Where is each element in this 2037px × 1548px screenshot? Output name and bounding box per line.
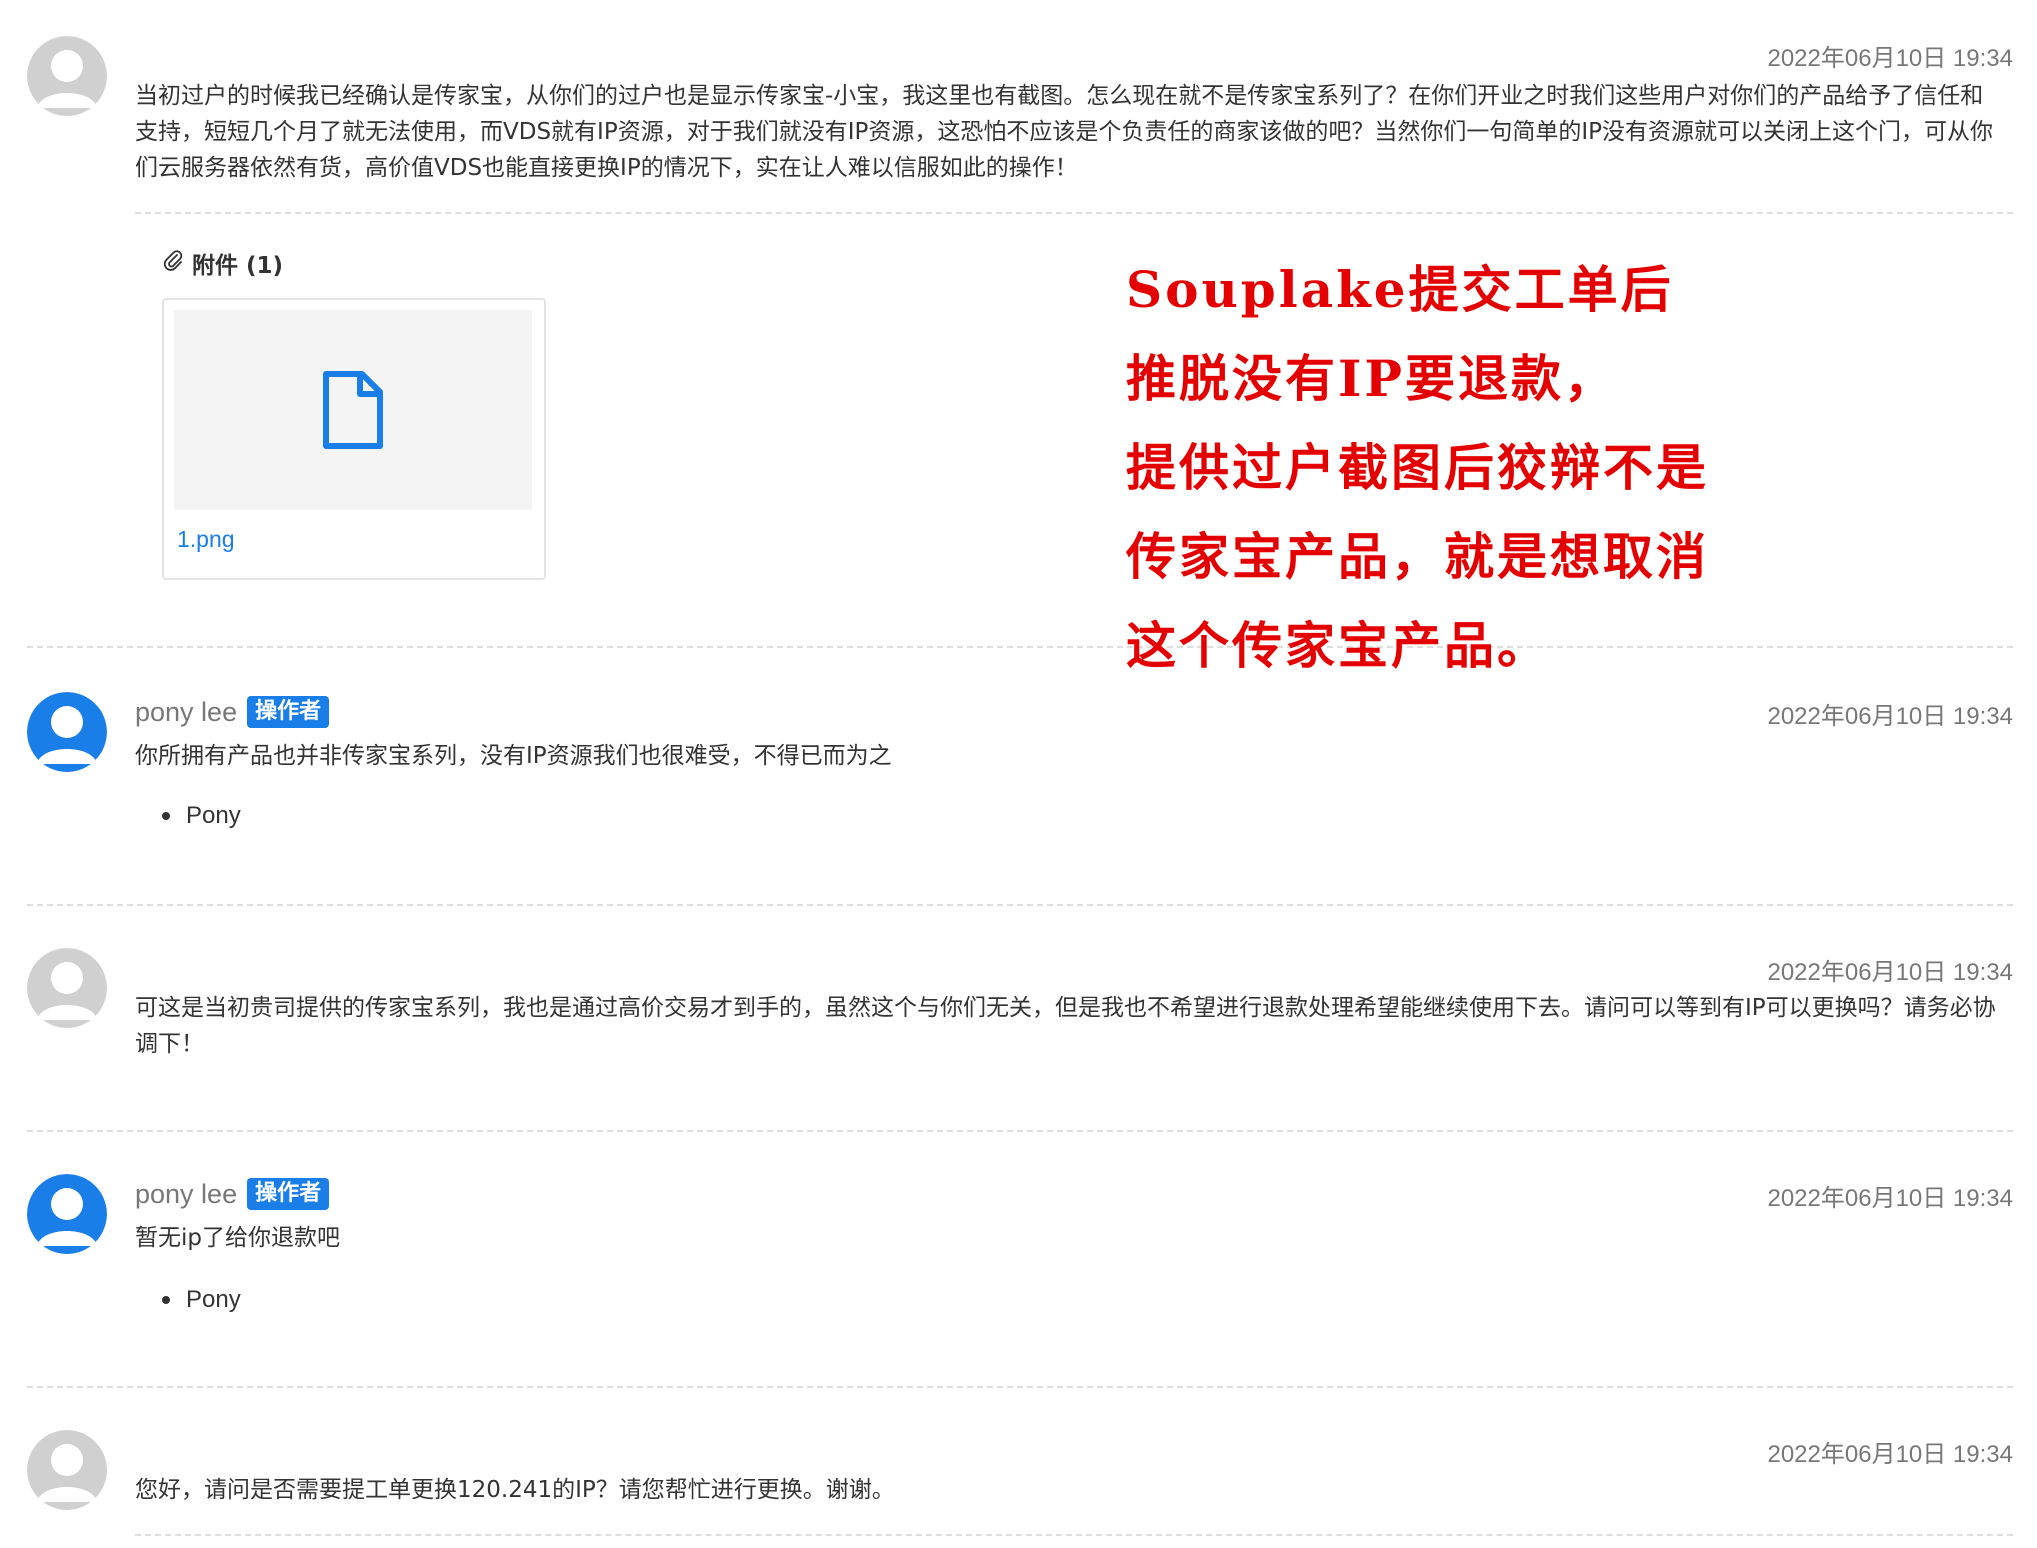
client-avatar [27,36,107,116]
author-line: pony lee 操作者 [135,1174,330,1214]
attachments-heading: 附件 (1) [162,246,283,280]
user-avatar-blue-icon [27,1174,107,1254]
reply-message: 可这是当初贵司提供的传家宝系列，我也是通过高价交易才到手的，虽然这个与你们无关，… [135,995,1996,1057]
signature-name: Pony [186,802,241,829]
ticket-thread: 2022年06月10日 19:34 当初过户的时候我已经确认是传家宝，从你们的过… [0,0,2037,1548]
bullet [162,1296,170,1304]
staff-badge: 操作者 [247,696,330,728]
reply-message: 当初过户的时候我已经确认是传家宝，从你们的过户也是显示传家宝-小宝，我这里也有截… [135,83,1994,181]
user-avatar-gray-icon [27,948,107,1028]
annotation-line: 推脱没有IP要退款， [1126,349,1617,408]
bullet [162,812,170,820]
annotation-line: 这个传家宝产品。 [1126,616,1550,675]
signature-name: Pony [186,1286,241,1313]
author-line: pony lee 操作者 [135,692,330,732]
divider [27,1386,2013,1388]
file-icon [323,371,383,449]
author-name: pony lee [135,696,238,727]
reply-message: 您好，请问是否需要提工单更换120.241的IP？请您帮忙进行更换。谢谢。 [135,1477,895,1503]
annotation-overlay: Souplake提交工单后 推脱没有IP要退款， 提供过户截图后狡辩不是 传家宝… [1126,250,2006,695]
user-avatar-blue-icon [27,692,107,772]
annotation-line: 传家宝产品，就是想取消 [1126,527,1709,586]
staff-badge: 操作者 [247,1178,330,1210]
user-avatar-gray-icon [27,1430,107,1510]
staff-avatar [27,692,107,772]
divider [135,1534,2013,1536]
reply-timestamp: 2022年06月10日 19:34 [1767,703,2013,730]
signature: Pony [162,1286,241,1314]
paperclip-icon [162,249,184,277]
reply-message: 你所拥有产品也并非传家宝系列，没有IP资源我们也很难受，不得已而为之 [135,743,892,769]
attachment-card[interactable]: 1.png [162,298,546,580]
attachment-thumbnail[interactable] [174,310,532,510]
client-avatar [27,1430,107,1510]
reply-timestamp: 2022年06月10日 19:34 [1767,1441,2013,1468]
attachment-link[interactable]: 1.png [177,526,235,553]
divider [27,1130,2013,1132]
staff-avatar [27,1174,107,1254]
reply-message: 暂无ip了给你退款吧 [135,1225,340,1251]
annotation-line: 提供过户截图后狡辩不是 [1126,438,1709,497]
client-avatar [27,948,107,1028]
reply-timestamp: 2022年06月10日 19:34 [1767,1185,2013,1212]
reply-timestamp: 2022年06月10日 19:34 [1767,45,2013,72]
divider [135,212,2013,214]
annotation-line: Souplake提交工单后 [1126,260,1674,319]
author-name: pony lee [135,1178,238,1209]
divider [27,904,2013,906]
signature: Pony [162,802,241,830]
user-avatar-gray-icon [27,36,107,116]
reply-timestamp: 2022年06月10日 19:34 [1767,959,2013,986]
attachments-title: 附件 (1) [192,253,284,279]
